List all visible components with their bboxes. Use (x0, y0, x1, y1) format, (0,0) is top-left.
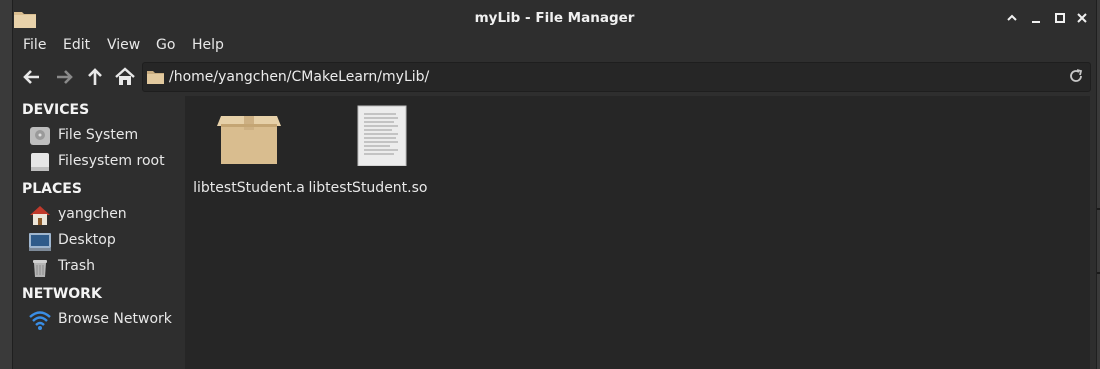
sidebar-section-network: NETWORK (22, 286, 102, 302)
sidebar-item-label: yangchen (58, 206, 127, 222)
sidebar-section-devices: DEVICES (22, 102, 90, 118)
trash-icon (33, 260, 47, 277)
menu-help[interactable]: Help (192, 37, 224, 53)
sidebar-section-places: PLACES (22, 181, 82, 197)
package-icon (217, 116, 281, 164)
up-arrow-icon[interactable] (84, 66, 106, 88)
maximize-icon (1055, 13, 1065, 23)
close-button[interactable] (1075, 11, 1089, 25)
reload-icon[interactable] (1068, 68, 1084, 84)
sidebar-item-label: Filesystem root (58, 153, 165, 169)
minimize-button[interactable] (1029, 11, 1043, 25)
chevron-up-icon (1007, 14, 1017, 21)
menu-bar: File Edit View Go Help (13, 36, 1096, 58)
document-icon (357, 105, 407, 166)
minimize-icon (1032, 21, 1040, 23)
desktop-edge-left (0, 0, 12, 369)
network-icon (29, 311, 51, 330)
sidebar-item-trash[interactable]: Trash (28, 255, 183, 279)
sidebar-item-label: Browse Network (58, 311, 172, 327)
sidebar-item-yangchen[interactable]: yangchen (28, 203, 183, 227)
sidebar-item-filesystem-root[interactable]: Filesystem root (28, 150, 183, 174)
home-icon (30, 206, 50, 225)
file-item-libteststudent-a[interactable]: libtestStudent.a (189, 104, 309, 196)
file-name: libtestStudent.a (193, 180, 305, 196)
menu-edit[interactable]: Edit (63, 37, 90, 53)
menu-view[interactable]: View (107, 37, 140, 53)
sidebar-item-label: File System (58, 127, 139, 143)
drive-root-icon (31, 153, 49, 171)
menu-go[interactable]: Go (156, 37, 175, 53)
sidebar-item-label: Desktop (58, 232, 116, 248)
sidebar-item-file-system[interactable]: File System (28, 124, 183, 148)
sidebar-item-desktop[interactable]: Desktop (28, 229, 183, 253)
back-arrow-icon[interactable] (21, 66, 43, 88)
file-manager-window: myLib - File Manager File Edit View Go H… (12, 0, 1097, 369)
desktop-icon (29, 233, 51, 251)
title-bar[interactable]: myLib - File Manager (13, 0, 1096, 36)
drive-icon (30, 127, 50, 145)
sidebar-item-label: Trash (58, 258, 95, 274)
location-path: /home/yangchen/CMakeLearn/myLib/ (169, 69, 430, 85)
maximize-button[interactable] (1053, 11, 1067, 25)
window-title: myLib - File Manager (474, 10, 635, 26)
file-item-libteststudent-so[interactable]: libtestStudent.so (308, 104, 428, 196)
folder-icon (147, 71, 164, 84)
menu-file[interactable]: File (23, 37, 46, 53)
file-name: libtestStudent.so (308, 180, 428, 196)
home-icon[interactable] (114, 66, 136, 88)
close-icon (1077, 13, 1087, 23)
location-bar[interactable]: /home/yangchen/CMakeLearn/myLib/ (142, 62, 1091, 92)
shade-button[interactable] (1005, 11, 1019, 25)
file-view[interactable]: libtestStudent.a libtestStudent.so (185, 96, 1090, 369)
toolbar: /home/yangchen/CMakeLearn/myLib/ (13, 60, 1096, 94)
forward-arrow-icon[interactable] (53, 66, 75, 88)
sidebar: DEVICES File System Filesystem root PLAC… (13, 96, 185, 369)
sidebar-item-browse-network[interactable]: Browse Network (28, 308, 183, 332)
